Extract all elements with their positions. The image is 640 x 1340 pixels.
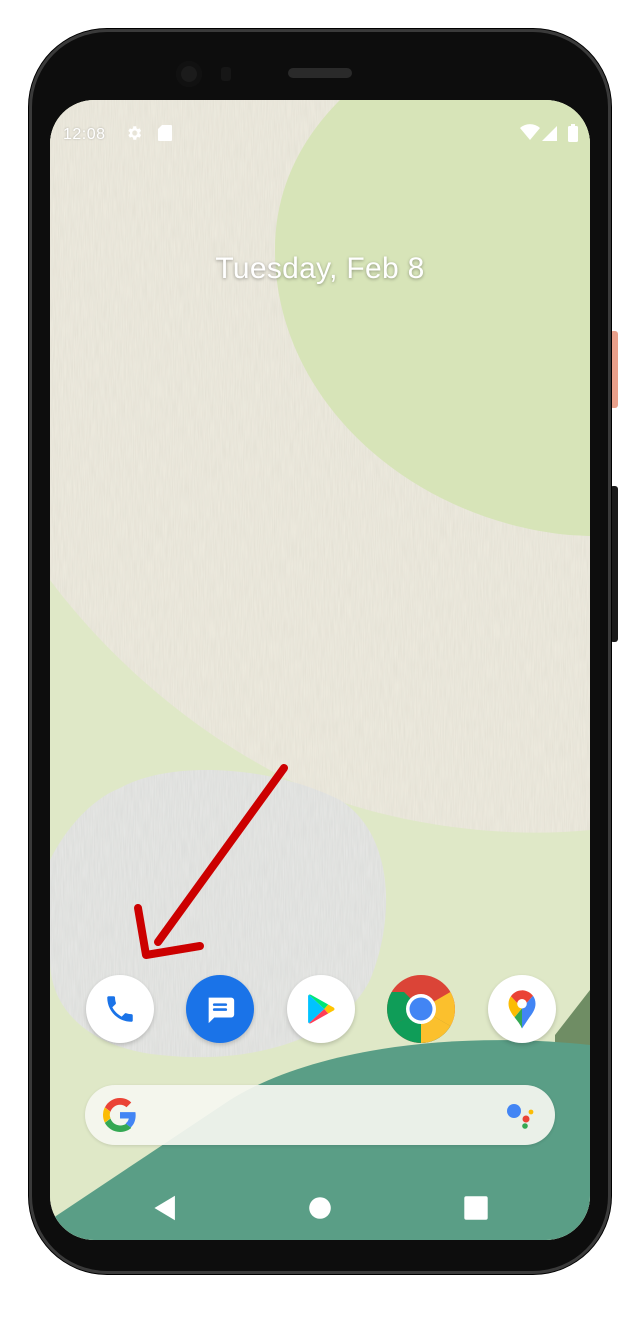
signal-icon	[542, 126, 557, 141]
google-assistant-icon[interactable]	[505, 1101, 535, 1129]
gear-icon	[128, 126, 142, 140]
proximity-sensor	[221, 67, 231, 81]
google-g-icon	[103, 1098, 136, 1132]
phone-app[interactable]	[86, 975, 154, 1043]
volume-button[interactable]	[610, 486, 618, 642]
home-screen: 12:08 Tuesday, Feb 8	[50, 100, 590, 1240]
front-camera	[176, 61, 202, 87]
battery-icon	[568, 124, 578, 142]
chrome-icon	[387, 975, 455, 1043]
status-time: 12:08	[63, 126, 106, 143]
back-icon[interactable]	[150, 1193, 178, 1223]
wifi-icon	[520, 124, 540, 140]
earpiece-speaker	[288, 68, 352, 78]
date-widget[interactable]: Tuesday, Feb 8	[50, 252, 590, 286]
messages-icon	[208, 997, 235, 1024]
home-icon[interactable]	[308, 1193, 332, 1223]
messages-app[interactable]	[186, 975, 254, 1043]
navigation-bar	[50, 1185, 590, 1235]
status-bar: 12:08	[50, 100, 590, 170]
power-button[interactable]	[610, 331, 618, 408]
recents-icon[interactable]	[463, 1193, 489, 1223]
play-store-app[interactable]	[287, 975, 355, 1043]
play-store-icon	[308, 994, 335, 1024]
phone-icon	[107, 996, 133, 1022]
sd-card-icon	[158, 125, 172, 141]
app-dock	[50, 975, 590, 1047]
maps-icon	[508, 990, 536, 1029]
google-search-bar[interactable]	[85, 1085, 555, 1145]
chrome-app[interactable]	[387, 975, 455, 1043]
maps-app[interactable]	[488, 975, 556, 1043]
